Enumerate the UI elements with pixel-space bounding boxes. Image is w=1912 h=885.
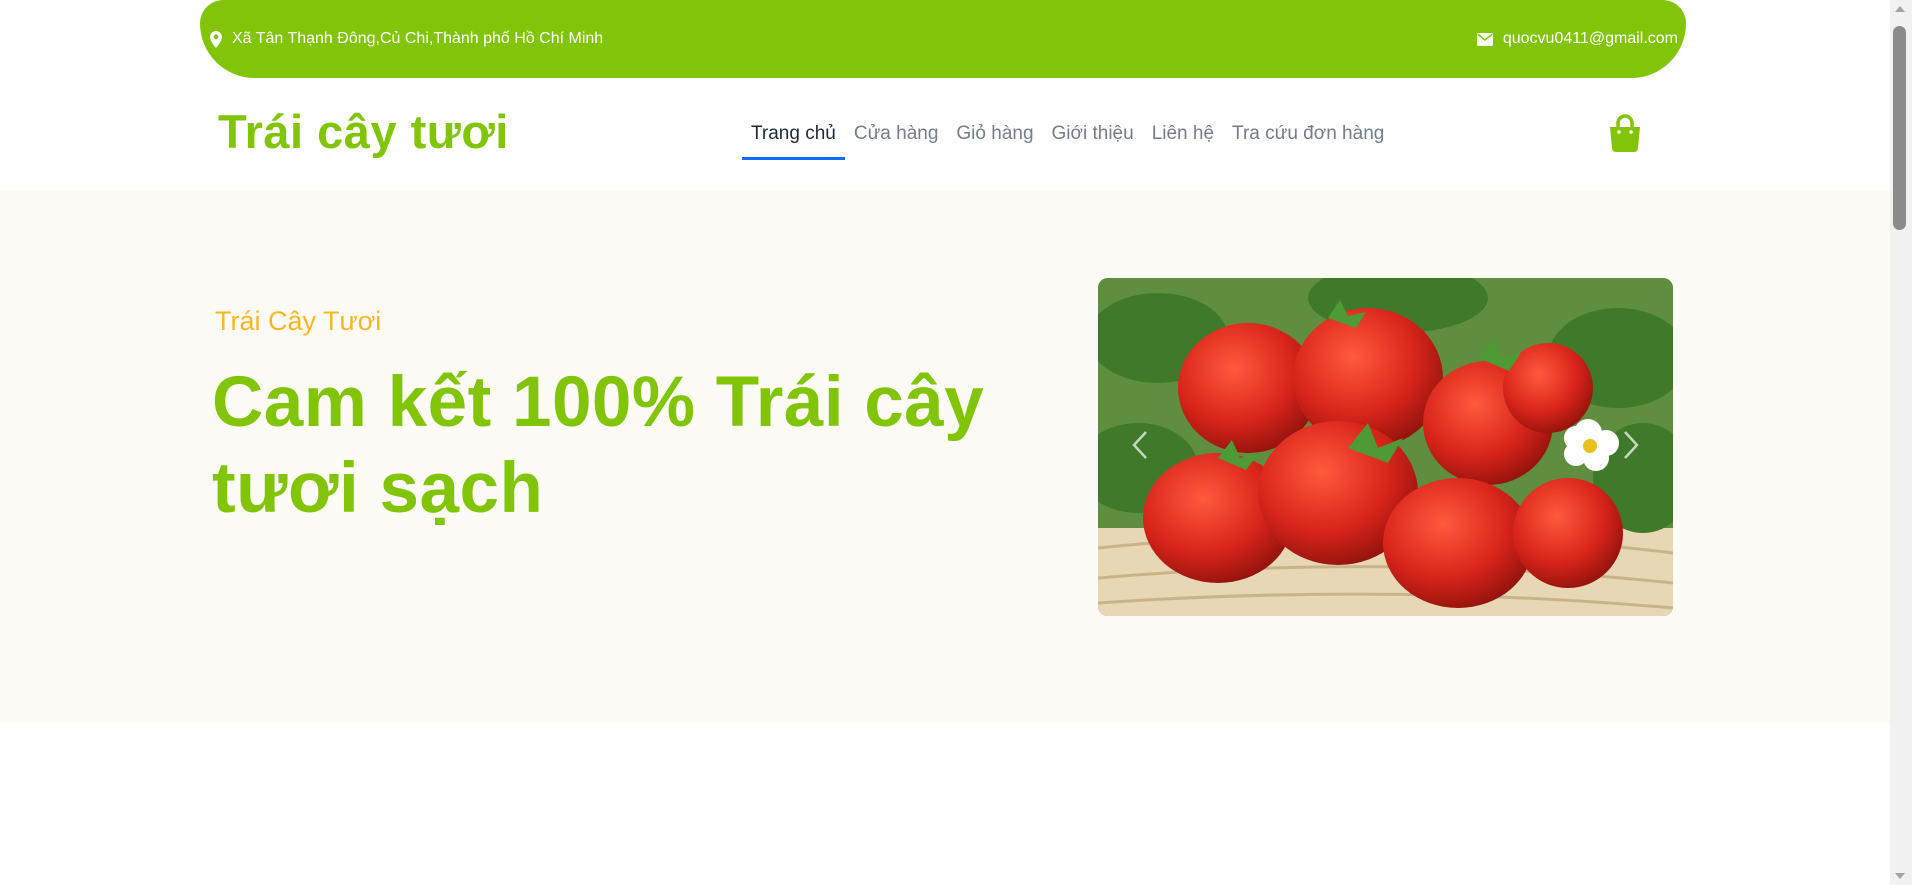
nav-link-shop[interactable]: Cửa hàng [845,108,948,160]
address-text: Xã Tân Thạnh Đông,Củ Chi,Thành phố Hồ Ch… [232,30,604,47]
strawberries-image [1098,278,1673,616]
hero-carousel[interactable] [1098,278,1673,616]
nav-link-about[interactable]: Giới thiệu [1043,108,1143,160]
chevron-right-icon [1622,430,1640,465]
email-text[interactable]: quocvu0411@gmail.com [1503,30,1678,48]
scrollbar-thumb[interactable] [1893,26,1906,230]
nav-link-cart[interactable]: Giỏ hàng [947,108,1042,160]
map-marker-icon [210,30,222,48]
hero-eyebrow: Trái Cây Tươi [215,306,382,336]
top-info-bar: Xã Tân Thạnh Đông,Củ Chi,Thành phố Hồ Ch… [200,0,1686,78]
scroll-down-icon[interactable] [1895,873,1905,879]
nav-menu: Trang chủ Cửa hàng Giỏ hàng Giới thiệu L… [742,108,1393,160]
hero-section: Trái Cây Tươi Cam kết 100% Trái cây tươi… [0,190,1890,723]
nav-link-home[interactable]: Trang chủ [742,108,845,160]
page-scrollbar[interactable] [1890,0,1912,885]
email-info[interactable]: quocvu0411@gmail.com [1476,30,1678,48]
main-navbar: Trái cây tươi Trang chủ Cửa hàng Giỏ hàn… [0,78,1890,190]
page: Xã Tân Thạnh Đông,Củ Chi,Thành phố Hồ Ch… [0,0,1912,885]
envelope-icon [1476,32,1493,46]
carousel-prev-button[interactable] [1120,421,1160,473]
carousel-next-button[interactable] [1611,421,1651,473]
hero-headline: Cam kết 100% Trái cây tươi sạch [212,363,985,528]
shopping-bag-icon[interactable] [1608,114,1642,152]
address-info: Xã Tân Thạnh Đông,Củ Chi,Thành phố Hồ Ch… [210,30,603,48]
scroll-up-icon[interactable] [1895,6,1905,12]
nav-link-order-lookup[interactable]: Tra cứu đơn hàng [1223,108,1393,160]
chevron-left-icon [1131,430,1149,465]
brand-logo[interactable]: Trái cây tươi [218,104,509,159]
nav-link-contact[interactable]: Liên hệ [1143,108,1223,160]
